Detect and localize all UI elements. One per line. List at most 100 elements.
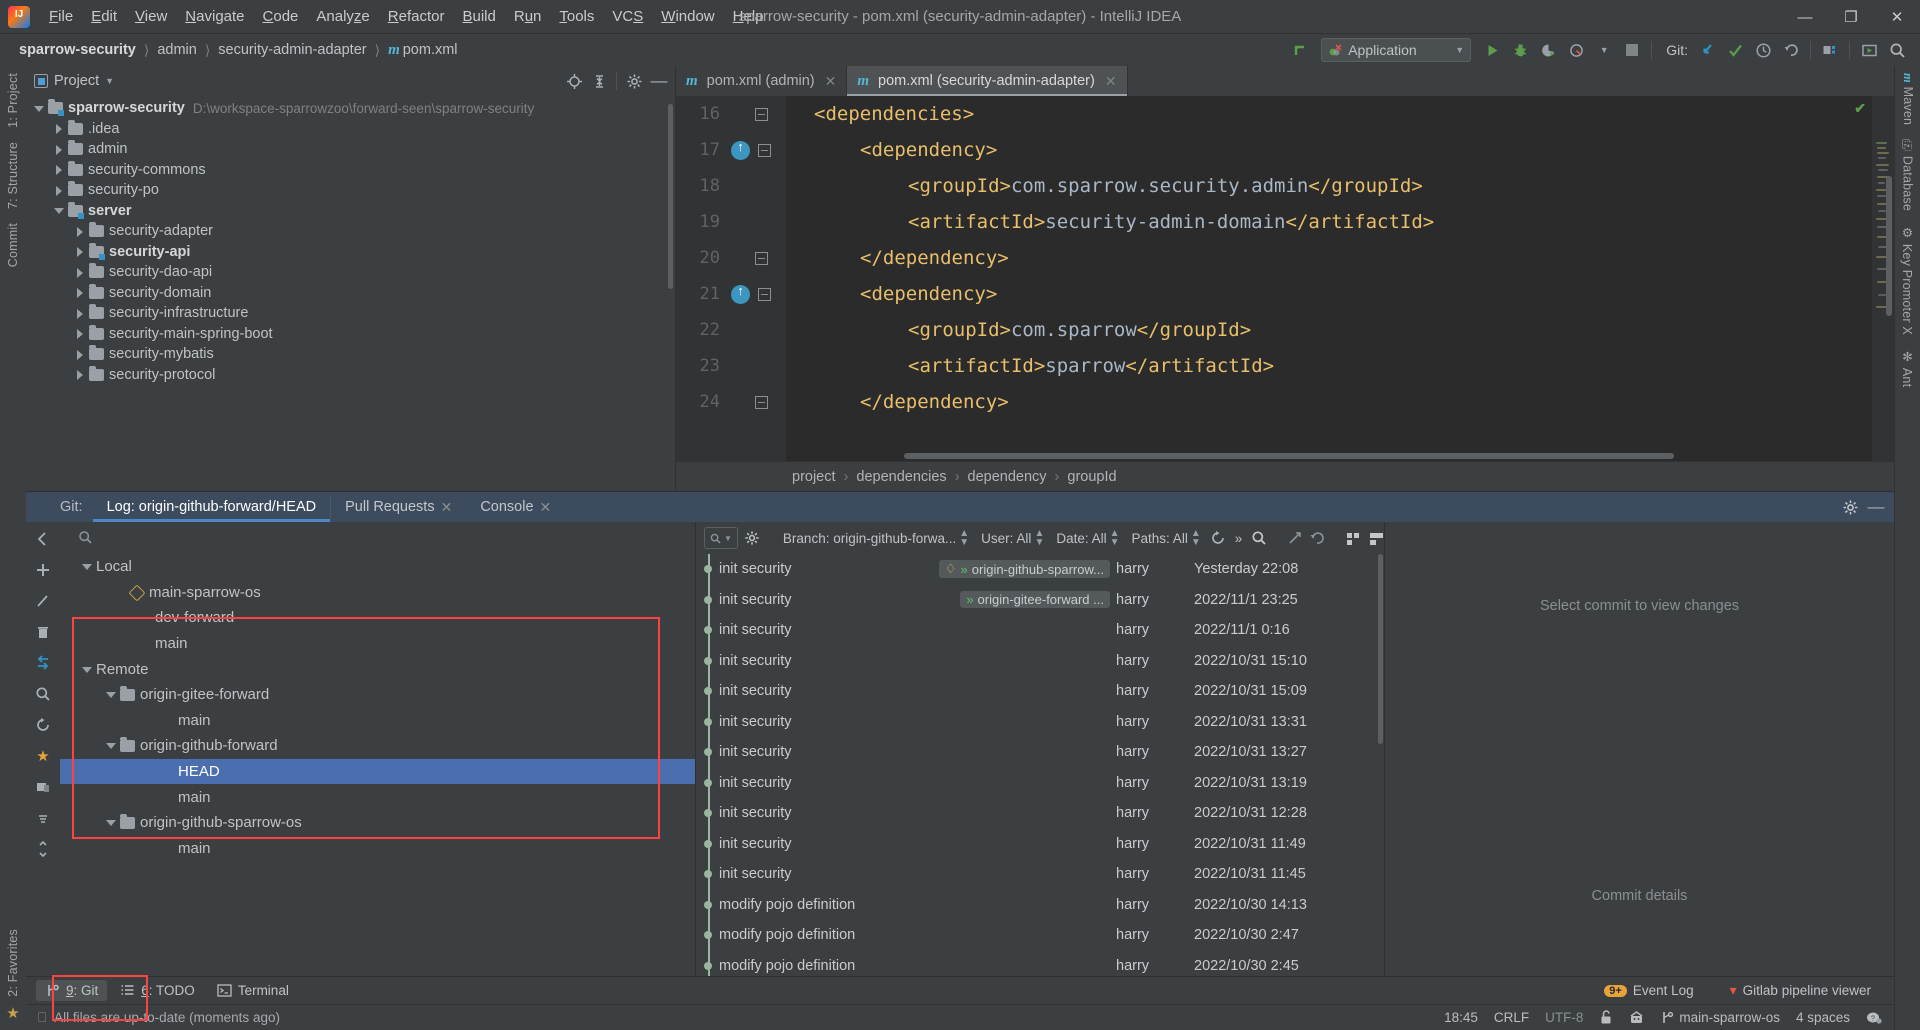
menu-help[interactable]: Help — [724, 5, 773, 28]
menu-run[interactable]: Run — [505, 5, 551, 28]
chevron-right-icon[interactable] — [75, 349, 86, 360]
chevron-right-icon[interactable] — [75, 287, 86, 299]
branch-item-sparrow-os-main[interactable]: main — [60, 836, 695, 862]
edit-icon[interactable] — [32, 590, 54, 612]
status-help-icon[interactable]: ? — [1866, 1010, 1882, 1025]
editor-minimap-gutter[interactable]: ✔ — [1854, 96, 1894, 461]
tool-window-todo[interactable]: 6: TODO — [111, 980, 204, 1001]
git-rollback-icon[interactable] — [1778, 37, 1804, 63]
status-encoding[interactable]: UTF-8 — [1545, 1010, 1583, 1025]
log-row[interactable]: init security harry 2022/10/31 13:27 — [696, 737, 1384, 768]
tree-row-security-domain[interactable]: security-domain — [26, 283, 675, 304]
branch-group-remote[interactable]: Remote — [60, 656, 695, 682]
branch-search-row[interactable] — [60, 522, 695, 552]
sidebar-item-maven[interactable]: m Maven — [1896, 66, 1919, 132]
folder-compare-icon[interactable] — [32, 776, 54, 798]
profile-dropdown-icon[interactable]: ▼ — [1591, 37, 1617, 63]
chevron-right-icon[interactable] — [75, 246, 86, 258]
chevron-right-icon[interactable] — [54, 123, 65, 135]
log-row[interactable]: init security harry 2022/10/31 15:10 — [696, 646, 1384, 677]
search-icon[interactable] — [32, 683, 54, 705]
commit-ref-label[interactable]: ♢» origin-github-sparrow... — [938, 560, 1110, 579]
expand-collapse-icon[interactable] — [32, 838, 54, 860]
maven-dependency-icon[interactable] — [731, 283, 750, 304]
branch-tree[interactable]: Local main-sparrow-os dev-forward main R… — [60, 552, 695, 861]
log-row[interactable]: init security harry 2022/10/31 11:49 — [696, 829, 1384, 860]
tree-row-server[interactable]: server — [26, 201, 675, 222]
tree-row-security-adapter[interactable]: security-adapter — [26, 221, 675, 242]
log-row[interactable]: init security harry 2022/10/31 11:45 — [696, 859, 1384, 890]
search-everywhere-icon[interactable] — [1884, 37, 1910, 63]
tree-row-security-po[interactable]: security-po — [26, 180, 675, 201]
log-row[interactable]: init security harry 2022/10/31 13:19 — [696, 768, 1384, 799]
chevron-down-icon[interactable] — [82, 664, 93, 675]
branch-folder-origin-gitee-forward[interactable]: origin-gitee-forward — [60, 682, 695, 708]
menu-code[interactable]: Code — [254, 5, 308, 28]
tree-row-admin[interactable]: admin — [26, 139, 675, 160]
log-search-icon[interactable] — [1251, 526, 1267, 550]
status-line-separator[interactable]: CRLF — [1494, 1010, 1529, 1025]
tab-pom-admin[interactable]: m pom.xml (admin) ✕ — [676, 66, 848, 96]
git-commit-icon[interactable] — [1722, 37, 1748, 63]
log-row[interactable]: modify pojo definition harry 2022/10/30 2:… — [696, 920, 1384, 951]
build-arrow-icon[interactable] — [1287, 37, 1313, 63]
log-row[interactable]: init security harry 2022/10/31 13:31 — [696, 707, 1384, 738]
sidebar-item-key-promoter[interactable]: ⚙ Key Promoter X — [1896, 218, 1919, 342]
chevron-right-icon[interactable] — [75, 267, 86, 278]
menu-vcs[interactable]: VCS — [603, 5, 652, 28]
gear-icon[interactable] — [622, 69, 646, 93]
tab-console[interactable]: Console ✕ — [466, 492, 565, 522]
chevron-right-icon[interactable] — [54, 164, 65, 176]
sidebar-item-database[interactable]: ⎘ Database — [1897, 132, 1919, 218]
close-icon[interactable]: ✕ — [1105, 73, 1117, 90]
sidebar-item-commit[interactable]: Commit — [2, 216, 24, 274]
refresh-log-icon[interactable] — [1210, 526, 1226, 550]
chevron-right-icon[interactable] — [54, 185, 65, 196]
chevron-down-icon[interactable] — [106, 817, 117, 828]
chevron-right-icon[interactable] — [75, 328, 86, 340]
menu-build[interactable]: Build — [453, 5, 504, 28]
filter-user[interactable]: User: All ▲ ▼ — [978, 527, 1047, 549]
stop-button[interactable] — [1619, 37, 1645, 63]
maximize-button[interactable]: ❐ — [1828, 0, 1874, 34]
show-git-branches-icon[interactable] — [1345, 526, 1362, 550]
branch-item-dev-forward[interactable]: dev-forward — [60, 605, 695, 631]
run-with-coverage-button[interactable] — [1535, 37, 1561, 63]
git-branch-tree-panel[interactable]: Local main-sparrow-os dev-forward main R… — [60, 522, 696, 976]
fold-marker-icon[interactable] — [755, 251, 768, 265]
chevron-right-icon[interactable] — [75, 308, 86, 319]
maven-dependency-icon[interactable] — [731, 139, 750, 160]
tree-row-security-protocol[interactable]: security-protocol — [26, 365, 675, 386]
revert-icon[interactable] — [1309, 526, 1325, 550]
close-icon[interactable]: ✕ — [540, 499, 552, 516]
cherry-pick-icon[interactable] — [1287, 526, 1303, 550]
tree-row-security-mybatis[interactable]: security-mybatis — [26, 344, 675, 365]
tool-window-git[interactable]: 9: Git — [36, 980, 108, 1001]
hide-panel-icon[interactable]: — — [1864, 495, 1888, 519]
run-configuration-selector[interactable]: Application ▼ — [1321, 38, 1472, 62]
log-settings-gear-icon[interactable] — [744, 526, 760, 550]
tree-row-security-api[interactable]: security-api — [26, 242, 675, 263]
chevron-down-icon[interactable] — [82, 561, 93, 572]
status-branch[interactable]: main-sparrow-os — [1660, 1010, 1780, 1025]
log-row[interactable]: init security harry 2022/11/1 0:16 — [696, 615, 1384, 646]
commit-ref-label[interactable]: » origin-gitee-forward ... — [960, 591, 1110, 609]
git-log-rows[interactable]: init security ♢» origin-github-sparrow...… — [696, 554, 1384, 976]
lock-icon[interactable] — [1599, 1010, 1613, 1025]
breadcrumb-module[interactable]: security-admin-adapter — [213, 40, 371, 60]
log-row[interactable]: modify pojo definition harry 2022/10/30 14… — [696, 890, 1384, 921]
fold-marker-icon[interactable] — [758, 143, 771, 157]
tree-row-security-dao-api[interactable]: security-dao-api — [26, 262, 675, 283]
sidebar-item-structure[interactable]: 7: Structure — [2, 135, 24, 216]
toggle-layout-icon[interactable] — [1368, 526, 1385, 550]
tab-pom-security-admin-adapter[interactable]: m pom.xml (security-admin-adapter) ✕ — [847, 66, 1128, 96]
collapse-all-icon[interactable] — [587, 69, 611, 93]
log-row[interactable]: modify pojo definition harry 2022/10/30 2:… — [696, 951, 1384, 977]
menu-edit[interactable]: Edit — [82, 5, 126, 28]
filter-date[interactable]: Date: All ▲ ▼ — [1053, 527, 1122, 549]
fold-marker-icon[interactable] — [758, 287, 771, 301]
close-icon[interactable]: ✕ — [825, 73, 837, 90]
sidebar-item-favorites[interactable]: 2: Favorites — [2, 922, 24, 1004]
minimize-button[interactable]: — — [1782, 0, 1828, 34]
log-search-input[interactable]: ▼ — [704, 527, 738, 549]
